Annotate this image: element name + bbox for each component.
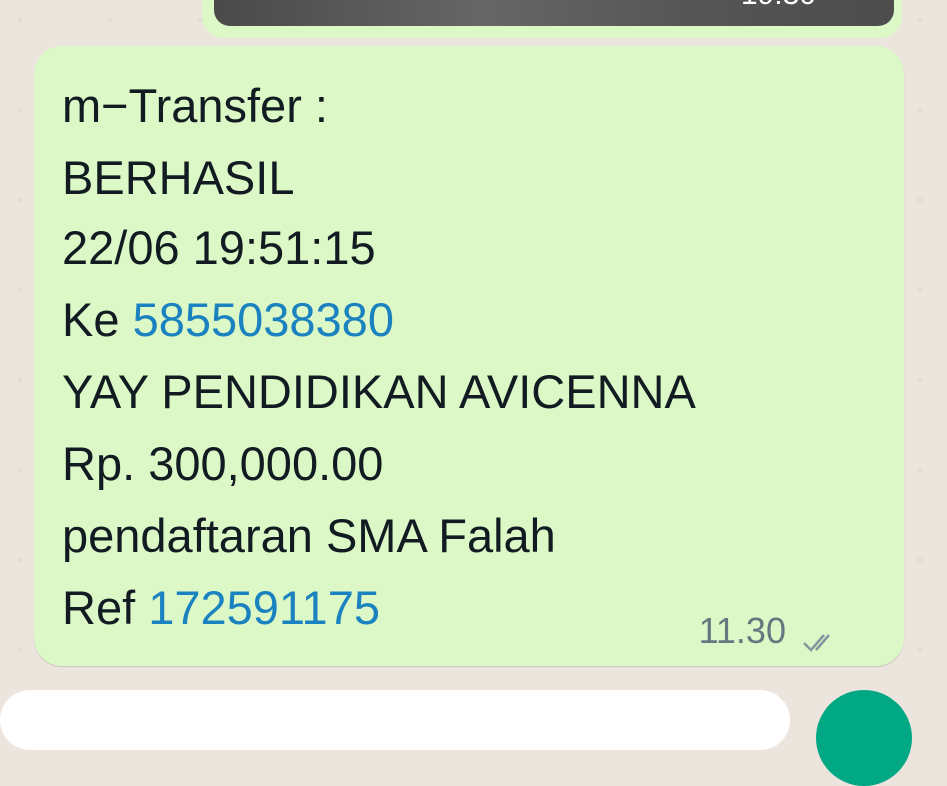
send-button[interactable] (816, 690, 912, 786)
message-line-amount: Rp. 300,000.00 (62, 437, 384, 490)
message-timestamp: 11.30 (698, 610, 840, 653)
previous-message-time: 19:30 (741, 0, 816, 12)
message-line-status: BERHASIL (62, 151, 295, 204)
message-line-title: m−Transfer : (62, 79, 328, 132)
message-line-recipient-name: YAY PENDIDIKAN AVICENNA (62, 365, 696, 418)
message-line-note: pendaftaran SMA Falah (62, 509, 556, 562)
message-input-bar[interactable] (0, 690, 790, 750)
ref-number-link[interactable]: 172591175 (148, 581, 380, 634)
double-check-icon (802, 621, 840, 653)
ref-prefix: Ref (62, 581, 136, 634)
previous-message-image[interactable]: 19:30 (214, 0, 894, 26)
message-bubble[interactable]: m−Transfer : BERHASIL 22/06 19:51:15 Ke … (34, 46, 904, 666)
message-line-recipient-account: Ke 5855038380 (62, 296, 394, 343)
message-line-datetime: 22/06 19:51:15 (62, 221, 376, 274)
message-line-ref: Ref 172591175 (62, 584, 380, 631)
recipient-prefix: Ke (62, 293, 120, 346)
message-time: 11.30 (698, 610, 786, 651)
recipient-account-link[interactable]: 5855038380 (133, 293, 394, 346)
